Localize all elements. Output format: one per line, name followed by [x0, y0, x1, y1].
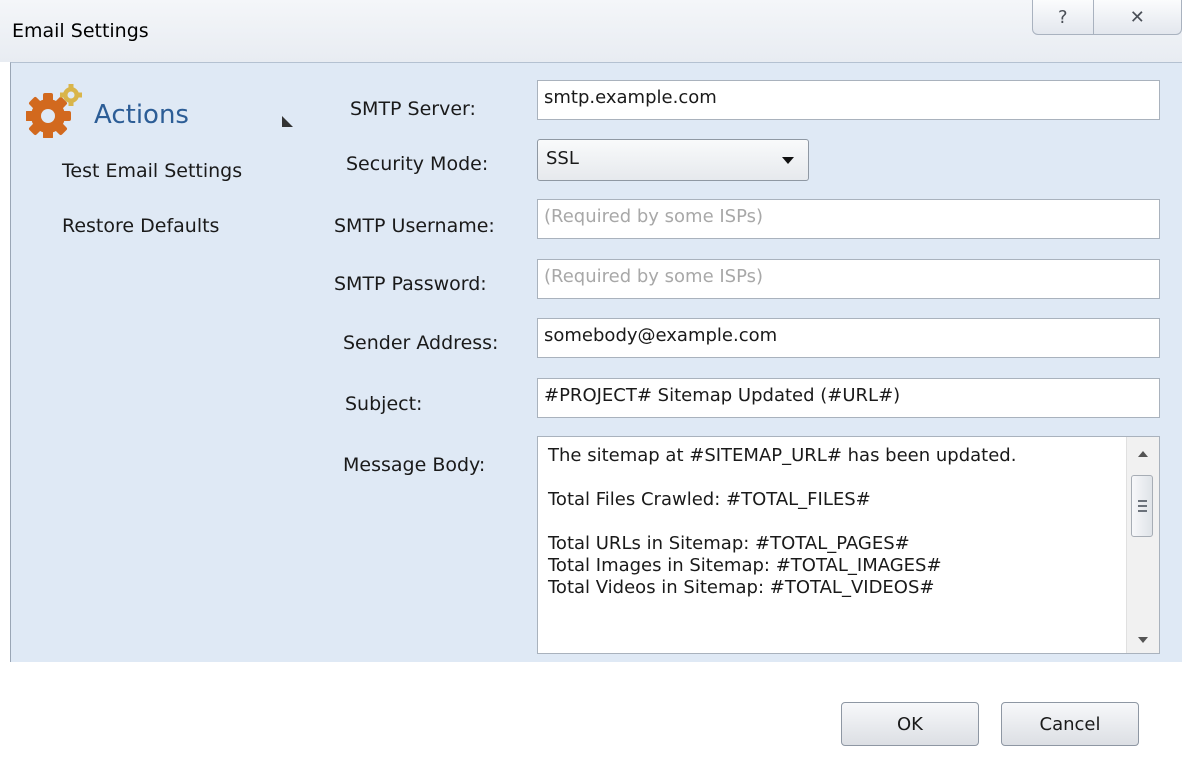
subject-label: Subject:	[345, 393, 423, 415]
close-button[interactable]: ✕	[1093, 0, 1182, 35]
window-controls: ? ✕	[1032, 0, 1182, 36]
actions-header: Actions	[26, 82, 189, 138]
scroll-up-icon[interactable]	[1138, 451, 1148, 457]
grip-line	[1138, 505, 1147, 507]
collapse-arrow-icon[interactable]	[282, 116, 293, 127]
sender-address-input[interactable]: somebody@example.com	[537, 318, 1160, 358]
restore-defaults-link[interactable]: Restore Defaults	[62, 215, 219, 237]
smtp-username-label: SMTP Username:	[334, 215, 495, 237]
security-mode-select[interactable]: SSL	[537, 139, 809, 181]
chevron-down-icon	[782, 157, 794, 164]
cancel-button[interactable]: Cancel	[1001, 702, 1139, 746]
grip-line	[1138, 500, 1147, 502]
scroll-thumb[interactable]	[1131, 475, 1153, 537]
smtp-password-label: SMTP Password:	[334, 273, 487, 295]
test-email-settings-link[interactable]: Test Email Settings	[62, 160, 242, 182]
help-icon: ?	[1058, 6, 1068, 28]
grip-line	[1138, 510, 1147, 512]
window-title: Email Settings	[12, 20, 149, 42]
smtp-username-input[interactable]: (Required by some ISPs)	[537, 199, 1160, 239]
close-icon: ✕	[1129, 6, 1145, 28]
subject-input[interactable]: #PROJECT# Sitemap Updated (#URL#)	[537, 378, 1160, 418]
smtp-server-input[interactable]: smtp.example.com	[537, 80, 1160, 120]
gear-icon	[26, 84, 82, 138]
actions-title: Actions	[94, 100, 189, 130]
message-body-scrollbar[interactable]	[1126, 437, 1159, 653]
help-button[interactable]: ?	[1032, 0, 1094, 35]
scroll-down-icon[interactable]	[1138, 637, 1148, 643]
message-body-text: The sitemap at #SITEMAP_URL# has been up…	[548, 445, 1017, 598]
smtp-server-label: SMTP Server:	[350, 98, 476, 120]
smtp-password-input[interactable]: (Required by some ISPs)	[537, 259, 1160, 299]
security-mode-label: Security Mode:	[346, 153, 489, 175]
title-bar: Email Settings ? ✕	[0, 0, 1182, 62]
sender-address-label: Sender Address:	[343, 332, 499, 354]
ok-button[interactable]: OK	[841, 702, 979, 746]
message-body-textarea[interactable]: The sitemap at #SITEMAP_URL# has been up…	[537, 436, 1160, 654]
security-mode-value: SSL	[546, 148, 579, 169]
message-body-label: Message Body:	[343, 454, 486, 476]
